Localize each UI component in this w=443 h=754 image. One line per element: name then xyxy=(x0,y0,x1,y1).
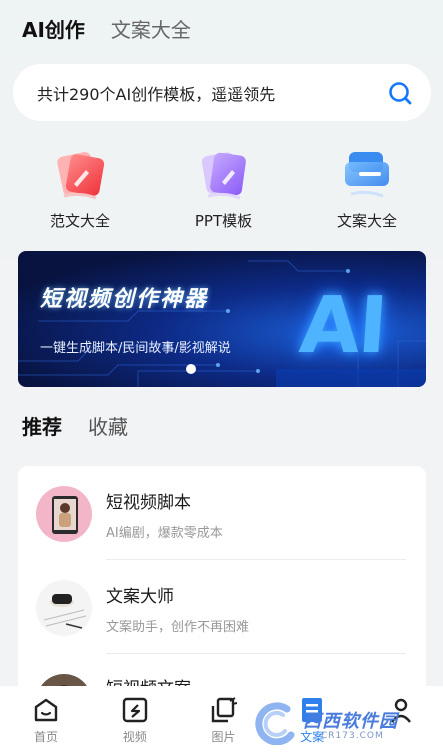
item-title: 文案大师 xyxy=(106,587,174,607)
top-tabs: AI创作 文案大全 xyxy=(22,14,191,43)
copywriting-icon xyxy=(345,152,389,198)
nav-label: 视频 xyxy=(122,730,147,744)
category-shortcuts: 范文大全 PPT模板 文案大全 xyxy=(0,148,443,231)
watermark-domain: CR173.COM xyxy=(321,731,384,741)
video-script-avatar xyxy=(36,486,92,542)
nav-home[interactable]: 首页 xyxy=(18,696,74,754)
watermark-logo-icon xyxy=(255,702,295,745)
category-label: PPT模板 xyxy=(194,212,253,230)
promo-banner[interactable]: 短视频创作神器 一键生成脚本/民间故事/影视解说 AI xyxy=(18,251,426,387)
ppt-icon xyxy=(201,152,246,200)
search-bar[interactable]: 共计290个AI创作模板，遥遥领先 xyxy=(13,64,431,121)
copy-master-avatar xyxy=(36,580,92,636)
search-placeholder: 共计290个AI创作模板，遥遥领先 xyxy=(37,84,276,104)
list-item[interactable]: 短视频脚本 AI编剧，爆款零成本 xyxy=(18,466,426,560)
banner-subtitle: 一键生成脚本/民间故事/影视解说 xyxy=(40,341,231,356)
home-icon xyxy=(34,698,58,722)
nav-label: 图片 xyxy=(211,730,236,744)
search-icon[interactable] xyxy=(387,80,413,106)
video-icon xyxy=(122,697,147,723)
watermark-text: 西西软件园 xyxy=(303,711,398,732)
item-subtitle: AI编剧，爆款零成本 xyxy=(106,526,223,541)
template-list: 短视频脚本 AI编剧，爆款零成本 文案大师 文案助手，创作不再困难 短视频文案 xyxy=(18,466,426,706)
item-subtitle: 文案助手，创作不再困难 xyxy=(106,620,250,635)
item-title: 短视频脚本 xyxy=(106,493,191,513)
banner-title: 短视频创作神器 xyxy=(40,287,209,312)
category-copywriting[interactable]: 文案大全 xyxy=(319,148,415,231)
category-ppt[interactable]: PPT模板 xyxy=(176,148,272,231)
category-label: 文案大全 xyxy=(336,212,397,230)
category-essay[interactable]: 范文大全 xyxy=(32,148,128,231)
category-label: 范文大全 xyxy=(49,212,110,230)
tab-copywriting[interactable]: 文案大全 xyxy=(111,14,191,43)
nav-video[interactable]: 视频 xyxy=(107,696,163,754)
image-icon xyxy=(211,697,237,723)
tab-favorites[interactable]: 收藏 xyxy=(88,411,128,440)
section-tabs: 推荐 收藏 xyxy=(22,411,128,440)
watermark: 西西软件园 CR173.COM xyxy=(243,697,433,749)
tab-recommended[interactable]: 推荐 xyxy=(22,411,62,440)
list-item[interactable]: 文案大师 文案助手，创作不再困难 xyxy=(18,560,426,654)
banner-ai-logo: AI xyxy=(296,281,389,371)
essay-icon xyxy=(57,152,105,200)
nav-label: 首页 xyxy=(33,730,58,744)
carousel-indicator xyxy=(186,364,196,374)
tab-ai-create[interactable]: AI创作 xyxy=(22,14,85,43)
